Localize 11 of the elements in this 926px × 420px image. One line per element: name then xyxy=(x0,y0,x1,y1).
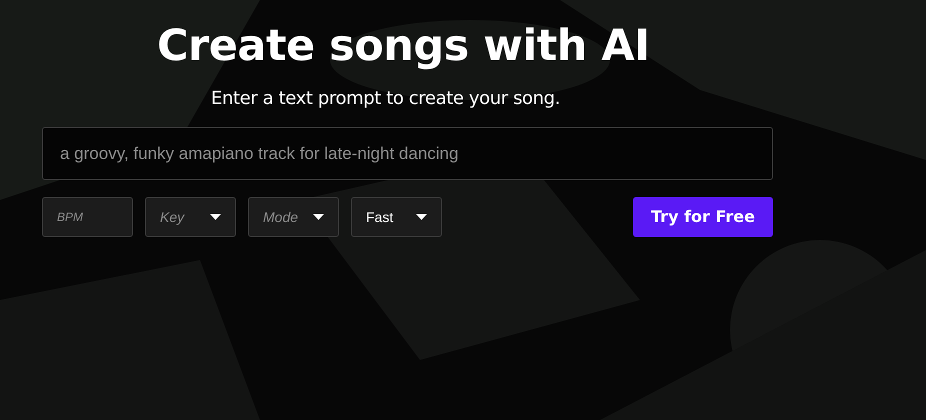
dropdown[interactable]: Mode xyxy=(248,197,339,237)
caret-icon xyxy=(416,214,427,220)
hero-subtitle: Enter a text prompt to create your song. xyxy=(211,87,560,111)
caret-icon xyxy=(313,214,324,220)
bpm-field[interactable]: BPM xyxy=(42,197,133,237)
try-for-free-button[interactable]: Try for Free xyxy=(633,197,773,237)
prompt-field[interactable]: a groovy, funky amapiano track for late-night dancing xyxy=(42,127,773,180)
caret-icon xyxy=(210,214,221,220)
dropdown[interactable]: Key xyxy=(145,197,236,237)
dropdown[interactable]: Fast xyxy=(351,197,442,237)
hero-title: Create songs with AI xyxy=(157,20,650,73)
